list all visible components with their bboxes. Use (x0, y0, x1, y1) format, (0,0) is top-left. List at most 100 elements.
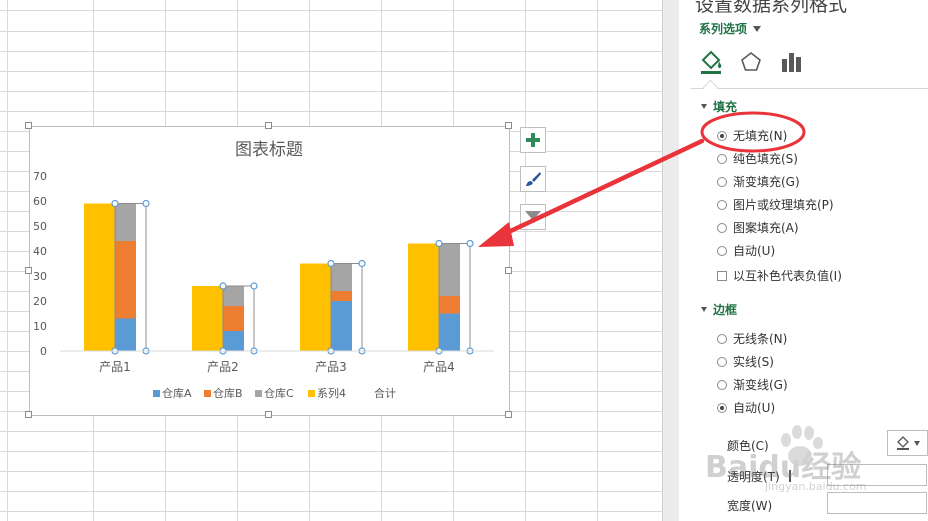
bar-warehouse-c[interactable] (439, 243, 460, 297)
y-tick-label: 40 (33, 245, 47, 258)
border-option-label: 实线(S) (733, 355, 774, 369)
selection-handle[interactable] (358, 259, 366, 268)
selection-handle[interactable] (250, 282, 258, 290)
bar-warehouse-b[interactable] (331, 291, 352, 301)
legend-entry[interactable]: 仓库B (213, 386, 243, 400)
border-option[interactable]: 渐变线(G) (717, 376, 788, 393)
bar-warehouse-c[interactable] (223, 286, 244, 306)
legend-entry[interactable]: 系列4 (317, 386, 346, 400)
chart-resize-handle[interactable] (25, 411, 32, 418)
y-tick-label: 30 (33, 270, 47, 283)
chart-resize-handle[interactable] (505, 411, 512, 418)
chart-filters-button[interactable] (520, 204, 546, 230)
legend-swatch (255, 390, 262, 397)
tab-separator (691, 88, 928, 89)
chart-styles-button[interactable] (520, 166, 546, 192)
selection-handle[interactable] (466, 239, 474, 248)
bar-series4[interactable] (300, 263, 331, 352)
x-tick-label: 产品3 (315, 360, 347, 374)
chart-resize-handle[interactable] (265, 411, 272, 418)
color-picker-button[interactable] (887, 430, 928, 456)
border-section-header[interactable]: 边框 (701, 301, 737, 318)
radio-button[interactable] (717, 222, 727, 233)
tab-series-options[interactable] (779, 50, 803, 74)
chart-resize-handle[interactable] (505, 267, 512, 274)
selection-handle[interactable] (327, 259, 335, 268)
legend-entry[interactable]: 仓库A (162, 386, 192, 400)
radio-button[interactable] (717, 402, 727, 413)
bar-warehouse-c[interactable] (331, 263, 352, 292)
bar-warehouse-c[interactable] (115, 203, 136, 242)
paint-bucket-icon (897, 436, 909, 450)
bar-series4[interactable] (84, 203, 115, 352)
radio-button[interactable] (717, 153, 727, 164)
funnel-icon (525, 211, 541, 223)
bar-warehouse-b[interactable] (115, 241, 136, 319)
x-tick-label: 产品1 (99, 360, 131, 374)
bar-warehouse-a[interactable] (439, 313, 460, 352)
fill-option[interactable]: 自动(U) (717, 242, 775, 259)
border-option[interactable]: 无线条(N) (717, 330, 787, 347)
bar-series4[interactable] (192, 286, 223, 351)
tab-effects[interactable] (739, 50, 763, 74)
bar-warehouse-a[interactable] (223, 331, 244, 351)
selection-handle[interactable] (219, 282, 227, 290)
radio-button[interactable] (717, 356, 727, 367)
border-option[interactable]: 自动(U) (717, 399, 775, 416)
x-tick-label: 产品2 (207, 360, 239, 374)
selection-handle[interactable] (435, 239, 443, 248)
x-axis: 产品1 产品2 产品3 产品4 (60, 350, 494, 374)
legend-entry[interactable]: 合计 (374, 386, 396, 400)
fill-option[interactable]: 纯色填充(S) (717, 150, 798, 167)
width-input[interactable] (827, 492, 927, 514)
chart-resize-handle[interactable] (25, 267, 32, 274)
plus-icon (526, 133, 540, 147)
plot-area[interactable] (84, 199, 474, 355)
chart-legend[interactable]: 仓库A 仓库B 仓库C 系列4 合计 (153, 386, 396, 400)
chart-title[interactable]: 图表标题 (235, 140, 303, 160)
bar-warehouse-a[interactable] (331, 301, 352, 351)
radio-button[interactable] (717, 130, 727, 141)
paint-bucket-icon (701, 50, 722, 74)
fill-section-header[interactable]: 填充 (701, 98, 737, 115)
series-options-dropdown[interactable]: 系列选项 (699, 20, 762, 37)
border-option-label: 自动(U) (733, 401, 776, 415)
pane-splitter[interactable] (662, 0, 679, 521)
fill-option[interactable]: 图片或纹理填充(P) (717, 196, 834, 213)
bar-warehouse-b[interactable] (223, 306, 244, 331)
checkbox[interactable] (717, 270, 727, 281)
radio-button[interactable] (717, 176, 727, 187)
legend-swatch (308, 390, 315, 397)
invert-negative-option[interactable]: 以互补色代表负值(I) (717, 267, 842, 284)
chart-resize-handle[interactable] (265, 122, 272, 129)
chart-resize-handle[interactable] (25, 122, 32, 129)
selection-handle[interactable] (111, 199, 119, 208)
bar-warehouse-b[interactable] (439, 296, 460, 314)
fill-option[interactable]: 无填充(N) (717, 127, 787, 144)
y-axis: 0 10 20 30 40 50 60 70 (33, 170, 47, 358)
chart-resize-handle[interactable] (505, 122, 512, 129)
y-tick-label: 50 (33, 220, 47, 233)
radio-button[interactable] (717, 333, 727, 344)
radio-button[interactable] (717, 245, 727, 256)
border-option[interactable]: 实线(S) (717, 353, 774, 370)
series-options-label: 系列选项 (699, 22, 748, 36)
transparency-input[interactable] (827, 464, 927, 486)
selection-handle[interactable] (142, 199, 150, 208)
format-pane: 设置数据系列格式 系列选项 填充 无填充(N) 纯色填充(S) 渐变填充(G) … (679, 0, 928, 521)
paintbrush-icon (526, 172, 541, 186)
fill-option[interactable]: 图案填充(A) (717, 219, 799, 236)
tab-fill-line[interactable] (697, 48, 725, 76)
radio-button[interactable] (717, 199, 727, 210)
fill-option[interactable]: 渐变填充(G) (717, 173, 800, 190)
tab-pointer (702, 79, 719, 96)
transparency-slider[interactable] (789, 470, 791, 482)
bar-warehouse-a[interactable] (115, 318, 136, 352)
radio-button[interactable] (717, 379, 727, 390)
bar-series4[interactable] (408, 243, 439, 352)
chart-elements-button[interactable] (520, 127, 546, 153)
invert-negative-label: 以互补色代表负值(I) (733, 269, 842, 283)
fill-section-label: 填充 (713, 100, 738, 114)
chart-area[interactable]: 图表标题 0 10 20 30 40 50 60 70 产品1 产品2 产品3 产品4 仓库A 仓库B… (29, 126, 510, 416)
legend-entry[interactable]: 仓库C (264, 386, 294, 400)
